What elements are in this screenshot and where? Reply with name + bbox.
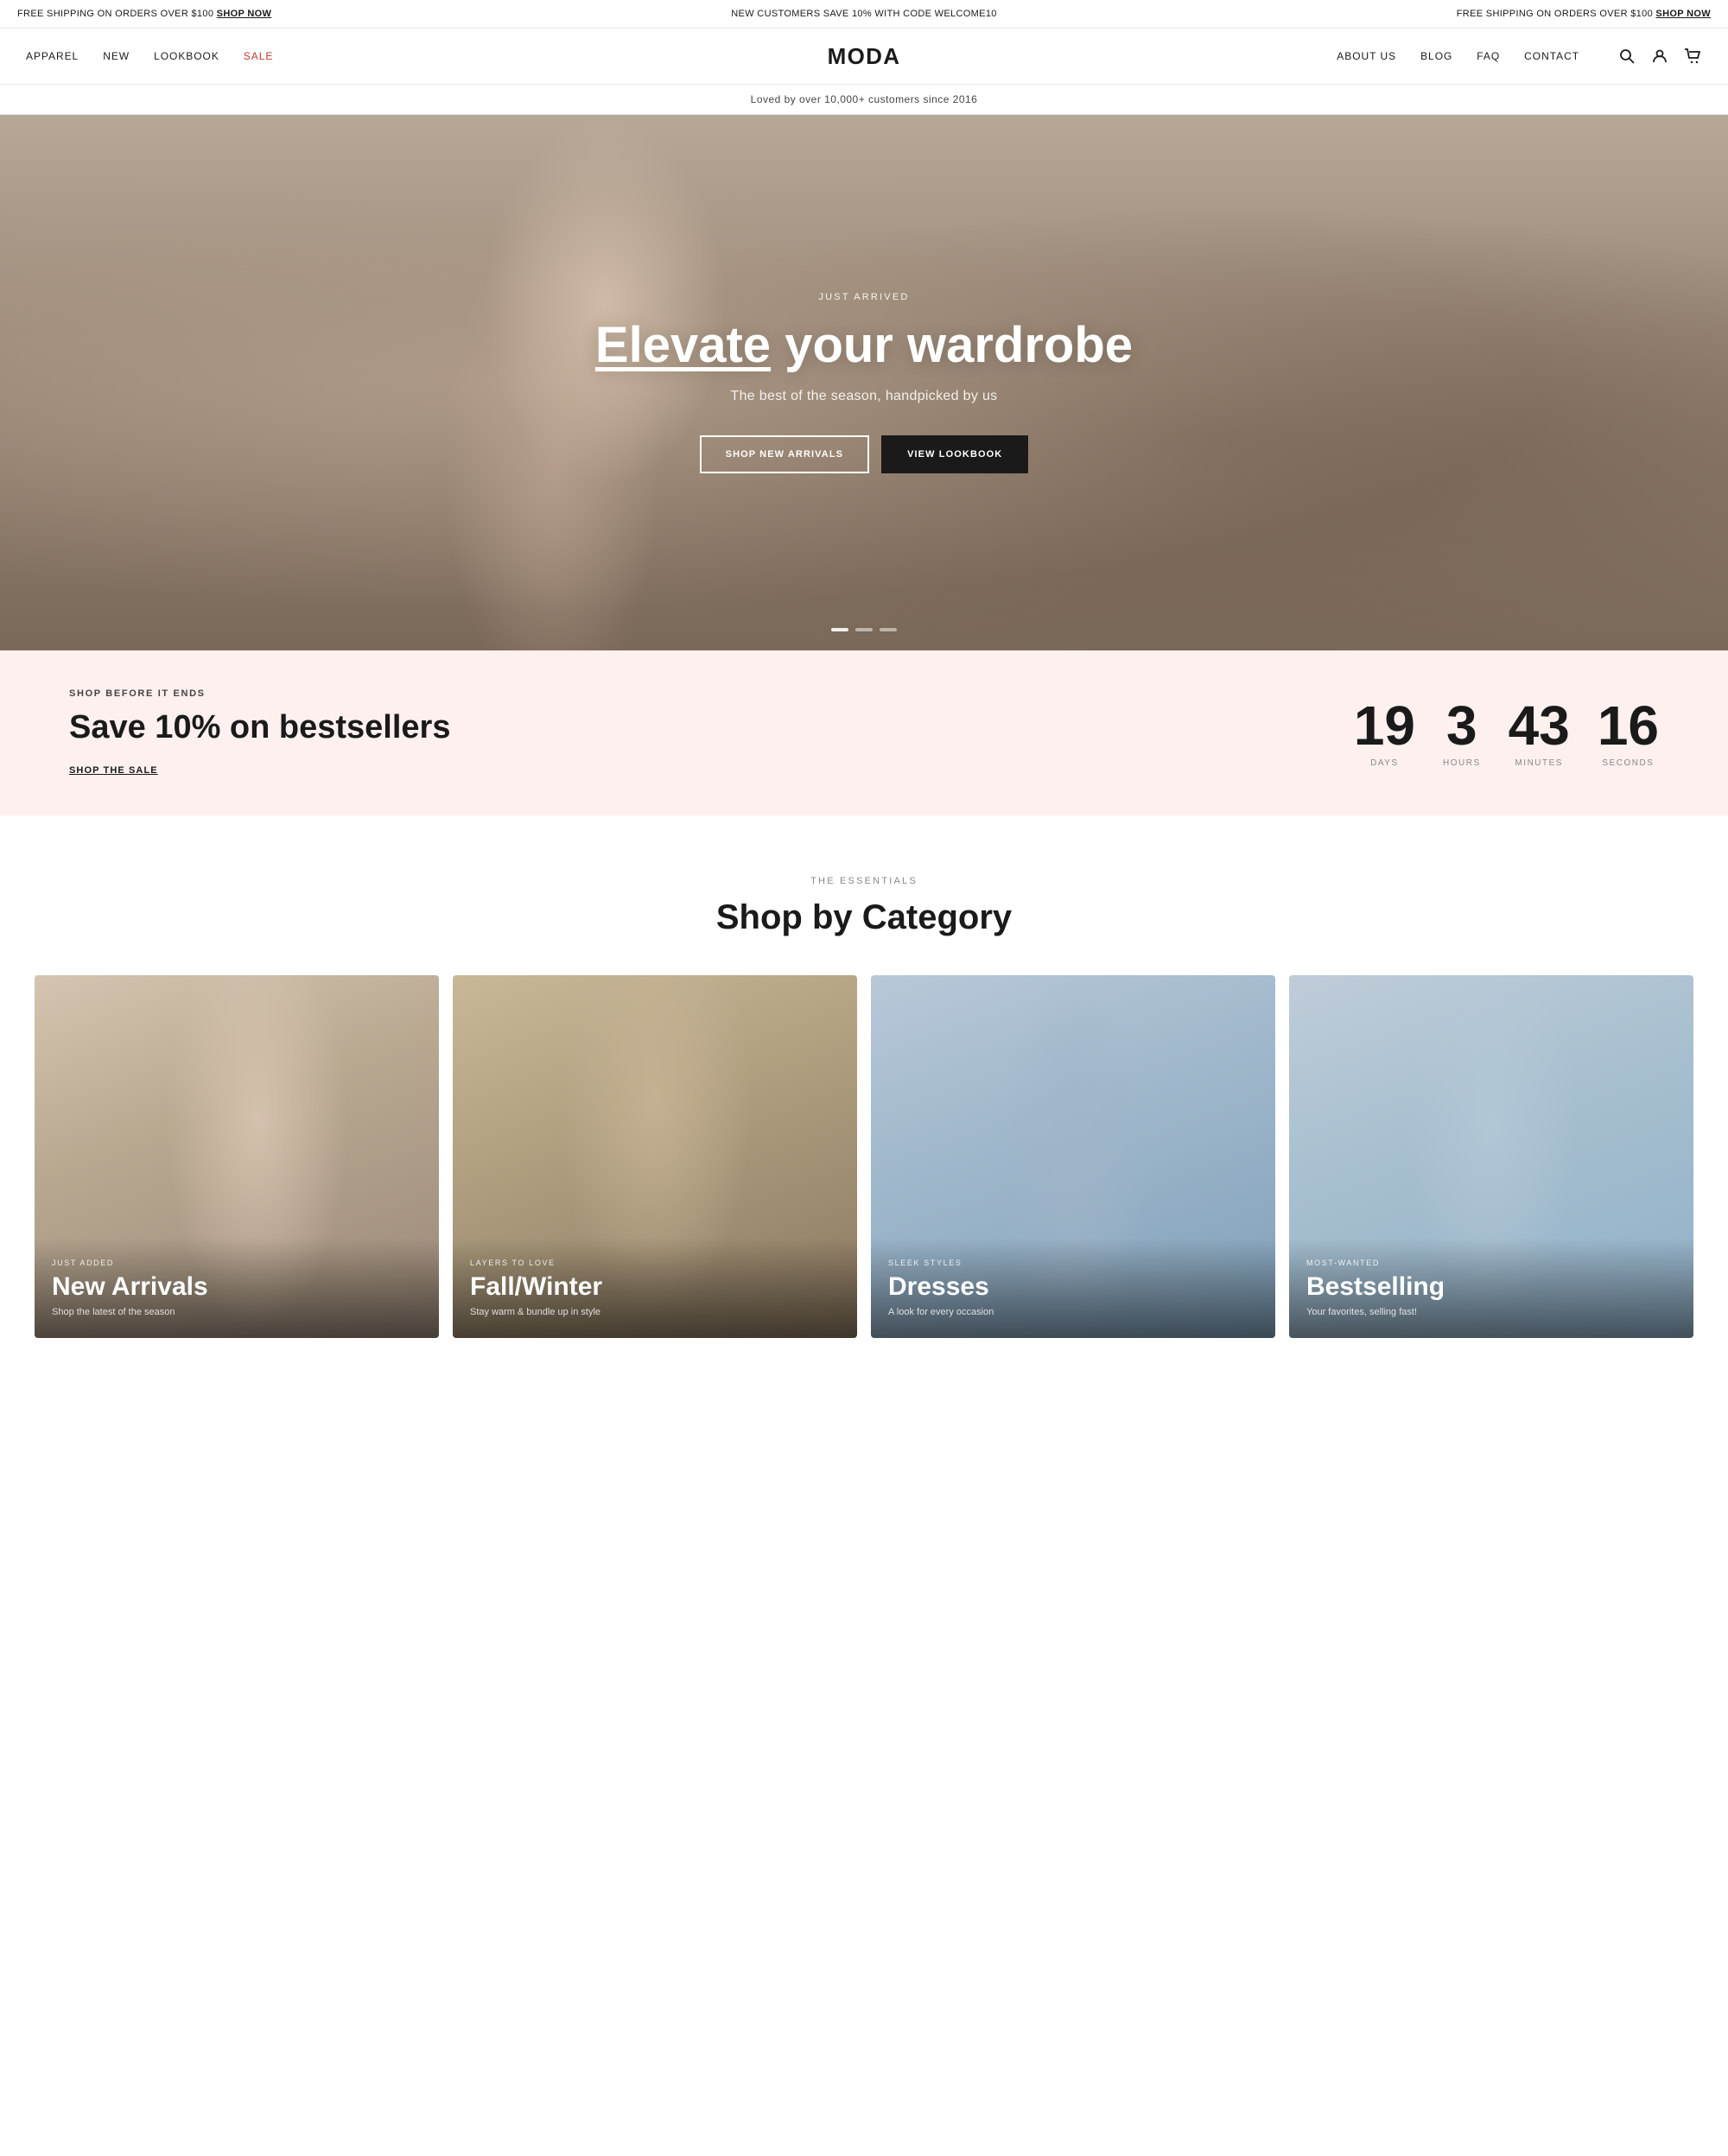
category-card-new-arrivals[interactable]: JUST ADDED New Arrivals Shop the latest … [35, 975, 439, 1338]
hero-section: JUST ARRIVED Elevate your wardrobe The b… [0, 115, 1728, 650]
nav-faq[interactable]: FAQ [1477, 50, 1500, 62]
countdown-minutes-number: 43 [1509, 698, 1570, 753]
cat-desc-4: Your favorites, selling fast! [1306, 1307, 1676, 1317]
cart-icon[interactable] [1683, 47, 1702, 66]
cat-title-3: Dresses [888, 1272, 1258, 1302]
hero-title: Elevate your wardrobe [595, 318, 1133, 373]
nav-new[interactable]: NEW [103, 50, 130, 62]
hero-content: JUST ARRIVED Elevate your wardrobe The b… [595, 292, 1133, 473]
cat-sublabel-1: JUST ADDED [52, 1259, 422, 1267]
nav-left: APPAREL NEW LOOKBOOK SALE [26, 50, 273, 62]
hero-dot-3[interactable] [880, 628, 897, 631]
announcement-right: FREE SHIPPING ON ORDERS OVER $100 SHOP N… [1147, 9, 1711, 19]
sale-banner: SHOP BEFORE IT ENDS Save 10% on bestsell… [0, 650, 1728, 815]
shop-the-sale-link[interactable]: SHOP THE SALE [69, 765, 158, 776]
hero-buttons: SHOP NEW ARRIVALS VIEW LOOKBOOK [595, 435, 1133, 473]
nav-about[interactable]: ABOUT US [1337, 50, 1396, 62]
hero-label: JUST ARRIVED [595, 292, 1133, 302]
site-logo[interactable]: MODA [828, 43, 901, 70]
shop-new-arrivals-button[interactable]: SHOP NEW ARRIVALS [700, 435, 869, 473]
hero-subtitle: The best of the season, handpicked by us [595, 389, 1133, 404]
nav-icons [1617, 47, 1702, 66]
category-card-fall-winter[interactable]: LAYERS TO LOVE Fall/Winter Stay warm & b… [453, 975, 857, 1338]
view-lookbook-button[interactable]: VIEW LOOKBOOK [881, 435, 1028, 473]
category-overlay-4: MOST-WANTED Bestselling Your favorites, … [1289, 1238, 1693, 1338]
nav-blog[interactable]: BLOG [1420, 50, 1452, 62]
sale-text: SHOP BEFORE IT ENDS Save 10% on bestsell… [69, 688, 1302, 777]
search-icon[interactable] [1617, 47, 1636, 66]
nav-lookbook[interactable]: LOOKBOOK [154, 50, 219, 62]
category-section-label: THE ESSENTIALS [35, 876, 1693, 886]
countdown-timer: 19 DAYS 3 HOURS 43 MINUTES 16 SECONDS [1354, 698, 1659, 768]
countdown-seconds: 16 SECONDS [1598, 698, 1659, 768]
countdown-hours-label: HOURS [1443, 758, 1481, 768]
shop-now-link-right[interactable]: SHOP NOW [1655, 9, 1711, 19]
hero-carousel-dots [831, 628, 897, 631]
nav-apparel[interactable]: APPAREL [26, 50, 79, 62]
category-overlay-1: JUST ADDED New Arrivals Shop the latest … [35, 1238, 439, 1338]
countdown-seconds-label: SECONDS [1598, 758, 1659, 768]
announcement-center: NEW CUSTOMERS SAVE 10% WITH CODE WELCOME… [581, 9, 1146, 19]
countdown-days-number: 19 [1354, 698, 1415, 753]
cat-sublabel-2: LAYERS TO LOVE [470, 1259, 840, 1267]
category-overlay-2: LAYERS TO LOVE Fall/Winter Stay warm & b… [453, 1238, 857, 1338]
countdown-minutes-label: MINUTES [1509, 758, 1570, 768]
category-grid: JUST ADDED New Arrivals Shop the latest … [35, 975, 1693, 1338]
navigation: APPAREL NEW LOOKBOOK SALE MODA ABOUT US … [0, 29, 1728, 85]
category-section: THE ESSENTIALS Shop by Category JUST ADD… [0, 815, 1728, 1390]
social-proof-bar: Loved by over 10,000+ customers since 20… [0, 85, 1728, 115]
sale-title: Save 10% on bestsellers [69, 709, 1302, 746]
announcement-right-text: FREE SHIPPING ON ORDERS OVER $100 [1457, 9, 1656, 19]
category-overlay-3: SLEEK STYLES Dresses A look for every oc… [871, 1238, 1275, 1338]
cat-desc-3: A look for every occasion [888, 1307, 1258, 1317]
announcement-left-text: FREE SHIPPING ON ORDERS OVER $100 [17, 9, 217, 19]
countdown-hours-number: 3 [1443, 698, 1481, 753]
nav-contact[interactable]: CONTACT [1524, 50, 1579, 62]
category-card-bestselling[interactable]: MOST-WANTED Bestselling Your favorites, … [1289, 975, 1693, 1338]
announcement-bar: FREE SHIPPING ON ORDERS OVER $100 SHOP N… [0, 0, 1728, 29]
nav-sale[interactable]: SALE [244, 50, 274, 62]
cat-sublabel-3: SLEEK STYLES [888, 1259, 1258, 1267]
cat-title-2: Fall/Winter [470, 1272, 840, 1302]
hero-dot-2[interactable] [855, 628, 873, 631]
sale-label: SHOP BEFORE IT ENDS [69, 688, 1302, 699]
category-section-title: Shop by Category [35, 898, 1693, 937]
countdown-hours: 3 HOURS [1443, 698, 1481, 768]
hero-dot-1[interactable] [831, 628, 848, 631]
countdown-days: 19 DAYS [1354, 698, 1415, 768]
announcement-left: FREE SHIPPING ON ORDERS OVER $100 SHOP N… [17, 9, 581, 19]
countdown-minutes: 43 MINUTES [1509, 698, 1570, 768]
category-card-dresses[interactable]: SLEEK STYLES Dresses A look for every oc… [871, 975, 1275, 1338]
cat-desc-2: Stay warm & bundle up in style [470, 1307, 840, 1317]
cat-title-4: Bestselling [1306, 1272, 1676, 1302]
account-icon[interactable] [1650, 47, 1669, 66]
nav-right: ABOUT US BLOG FAQ CONTACT [1337, 47, 1702, 66]
cat-sublabel-4: MOST-WANTED [1306, 1259, 1676, 1267]
countdown-seconds-number: 16 [1598, 698, 1659, 753]
cat-desc-1: Shop the latest of the season [52, 1307, 422, 1317]
shop-now-link-left[interactable]: SHOP NOW [217, 9, 272, 19]
cat-title-1: New Arrivals [52, 1272, 422, 1302]
countdown-days-label: DAYS [1354, 758, 1415, 768]
